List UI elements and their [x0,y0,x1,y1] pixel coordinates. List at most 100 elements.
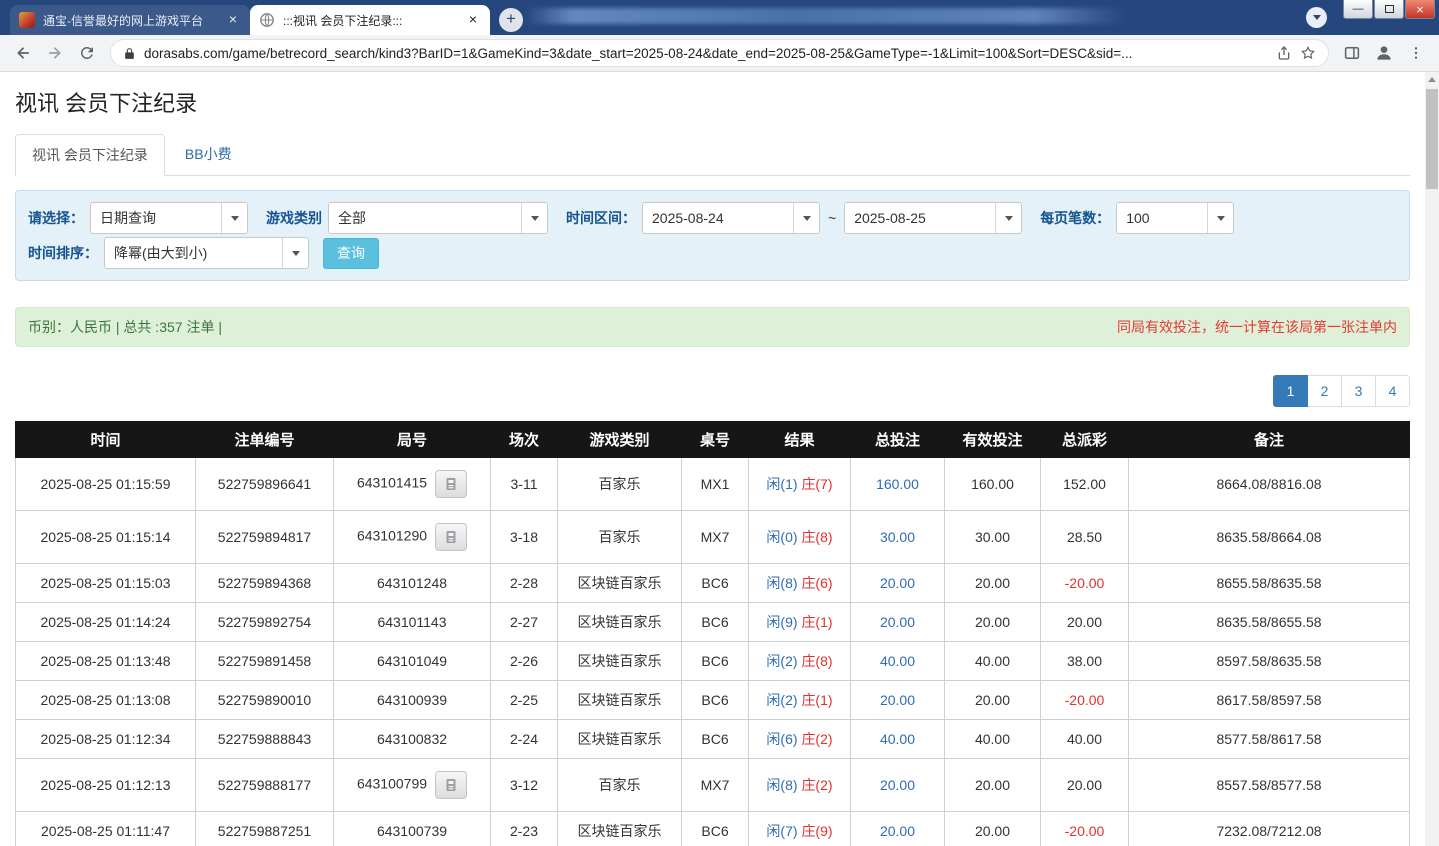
query-type-dropdown[interactable]: 日期查询 [90,202,248,234]
game-type-value: 全部 [329,203,521,233]
share-icon[interactable] [1276,45,1292,61]
game-type-dropdown[interactable]: 全部 [328,202,548,234]
forward-button[interactable] [40,38,70,68]
total-bet-link[interactable]: 20.00 [880,614,915,630]
page-button-1[interactable]: 1 [1273,375,1308,407]
browser-tab-betrecord[interactable]: :::视讯 会员下注纪录::: × [250,5,490,35]
tab-search-button[interactable] [1306,7,1327,28]
video-replay-button[interactable] [435,470,467,498]
table-row: 2025-08-25 01:12:34522759888843643100832… [16,720,1410,759]
bookmark-star-icon[interactable] [1300,45,1316,61]
search-button[interactable]: 查询 [323,238,379,269]
cell-payout: 38.00 [1041,642,1129,681]
total-bet-link[interactable]: 30.00 [880,529,915,545]
total-bet-link[interactable]: 160.00 [876,476,919,492]
video-replay-button[interactable] [435,523,467,551]
query-type-value: 日期查询 [91,203,221,233]
cell-result: 闲(0) 庄(8) [749,511,851,564]
menu-dots-icon[interactable] [1401,38,1431,68]
url-text[interactable]: dorasabs.com/game/betrecord_search/kind3… [144,46,1268,61]
page-button-3[interactable]: 3 [1341,375,1376,407]
page-scrollbar[interactable] [1425,72,1439,846]
result-banker: 庄(9) [801,823,832,839]
tab-close-icon[interactable]: × [465,12,481,28]
scrollbar-thumb[interactable] [1426,89,1438,189]
bet-table: 时间注单编号局号场次游戏类别桌号结果总投注有效投注总派彩备注 2025-08-2… [15,421,1410,846]
cell-remark: 8557.58/8577.58 [1129,759,1410,812]
page-content: 视讯 会员下注纪录 视讯 会员下注纪录 BB小费 请选择： 日期查询 游戏类别 … [0,72,1425,846]
tab-bb-tips[interactable]: BB小费 [169,134,248,176]
date-end-dropdown[interactable]: 2025-08-25 [844,202,1022,234]
back-button[interactable] [8,38,38,68]
total-bet-link[interactable]: 20.00 [880,575,915,591]
video-replay-button[interactable] [435,771,467,799]
per-page-dropdown[interactable]: 100 [1116,202,1234,234]
cell-round: 643100832 [334,720,491,759]
cell-bet-id: 522759888843 [196,720,334,759]
sort-dropdown[interactable]: 降幂(由大到小) [104,237,309,269]
browser-tab-home[interactable]: 通宝-信誉最好的网上游戏平台 × [10,5,250,35]
cell-table-no: BC6 [682,603,749,642]
scroll-up-arrow[interactable] [1425,72,1439,87]
cell-bet-id: 522759891458 [196,642,334,681]
cell-round: 643101415 [334,458,491,511]
summary-bar: 币别：人民币 | 总共 :357 注单 | 同局有效投注，统一计算在该局第一张注… [15,307,1410,347]
dropdown-button[interactable] [995,203,1021,233]
cell-remark: 8635.58/8664.08 [1129,511,1410,564]
result-player: 闲(2) [766,692,797,708]
total-bet-link[interactable]: 20.00 [880,692,915,708]
profile-avatar-icon[interactable] [1369,38,1399,68]
dropdown-button[interactable] [793,203,819,233]
minimize-button[interactable]: — [1343,0,1373,19]
date-range-label: 时间区间： [566,208,636,228]
cell-game-type: 区块链百家乐 [558,603,682,642]
bet-table-body: 2025-08-25 01:15:59522759896641643101415… [16,458,1410,846]
column-header: 局号 [334,422,491,458]
column-header: 结果 [749,422,851,458]
page-button-4[interactable]: 4 [1375,375,1410,407]
dropdown-button[interactable] [221,203,247,233]
column-header: 总投注 [851,422,945,458]
cell-valid-bet: 40.00 [945,720,1041,759]
total-bet-link[interactable]: 40.00 [880,731,915,747]
cell-round: 643100939 [334,681,491,720]
tab-close-icon[interactable]: × [225,12,241,28]
reload-button[interactable] [72,38,102,68]
maximize-button[interactable] [1374,0,1404,19]
total-bet-link[interactable]: 40.00 [880,653,915,669]
dropdown-button[interactable] [521,203,547,233]
cell-game-type: 区块链百家乐 [558,681,682,720]
column-header: 有效投注 [945,422,1041,458]
tab-bet-records[interactable]: 视讯 会员下注纪录 [15,134,165,176]
total-bet-link[interactable]: 20.00 [880,777,915,793]
tab-title: 通宝-信誉最好的网上游戏平台 [43,12,217,29]
page-button-2[interactable]: 2 [1307,375,1342,407]
date-start-dropdown[interactable]: 2025-08-24 [642,202,820,234]
chevron-down-icon [292,251,300,256]
cell-time: 2025-08-25 01:15:59 [16,458,196,511]
cell-bet-id: 522759894368 [196,564,334,603]
cell-valid-bet: 20.00 [945,603,1041,642]
cell-bet-id: 522759892754 [196,603,334,642]
cell-game-type: 百家乐 [558,511,682,564]
dropdown-button[interactable] [1207,203,1233,233]
cell-table-no: MX7 [682,759,749,812]
dropdown-button[interactable] [282,238,308,268]
side-panel-icon[interactable] [1337,38,1367,68]
address-bar[interactable]: dorasabs.com/game/betrecord_search/kind3… [110,39,1329,67]
per-page-value: 100 [1117,203,1207,233]
total-bet-link[interactable]: 20.00 [880,823,915,839]
cell-time: 2025-08-25 01:13:08 [16,681,196,720]
cell-round: 643101049 [334,642,491,681]
round-number: 643101049 [377,653,447,669]
cell-result: 闲(2) 庄(8) [749,642,851,681]
cell-total-bet: 20.00 [851,812,945,846]
filter-panel: 请选择： 日期查询 游戏类别 全部 时间区间： 2025-08-24 ~ 202… [15,190,1410,281]
tab-strip: 通宝-信誉最好的网上游戏平台 × :::视讯 会员下注纪录::: × + [10,5,523,35]
date-end-value: 2025-08-25 [845,203,995,233]
new-tab-button[interactable]: + [499,8,523,32]
cell-total-bet: 30.00 [851,511,945,564]
globe-favicon [259,12,275,28]
cell-remark: 8617.58/8597.58 [1129,681,1410,720]
close-button[interactable]: × [1405,0,1435,19]
